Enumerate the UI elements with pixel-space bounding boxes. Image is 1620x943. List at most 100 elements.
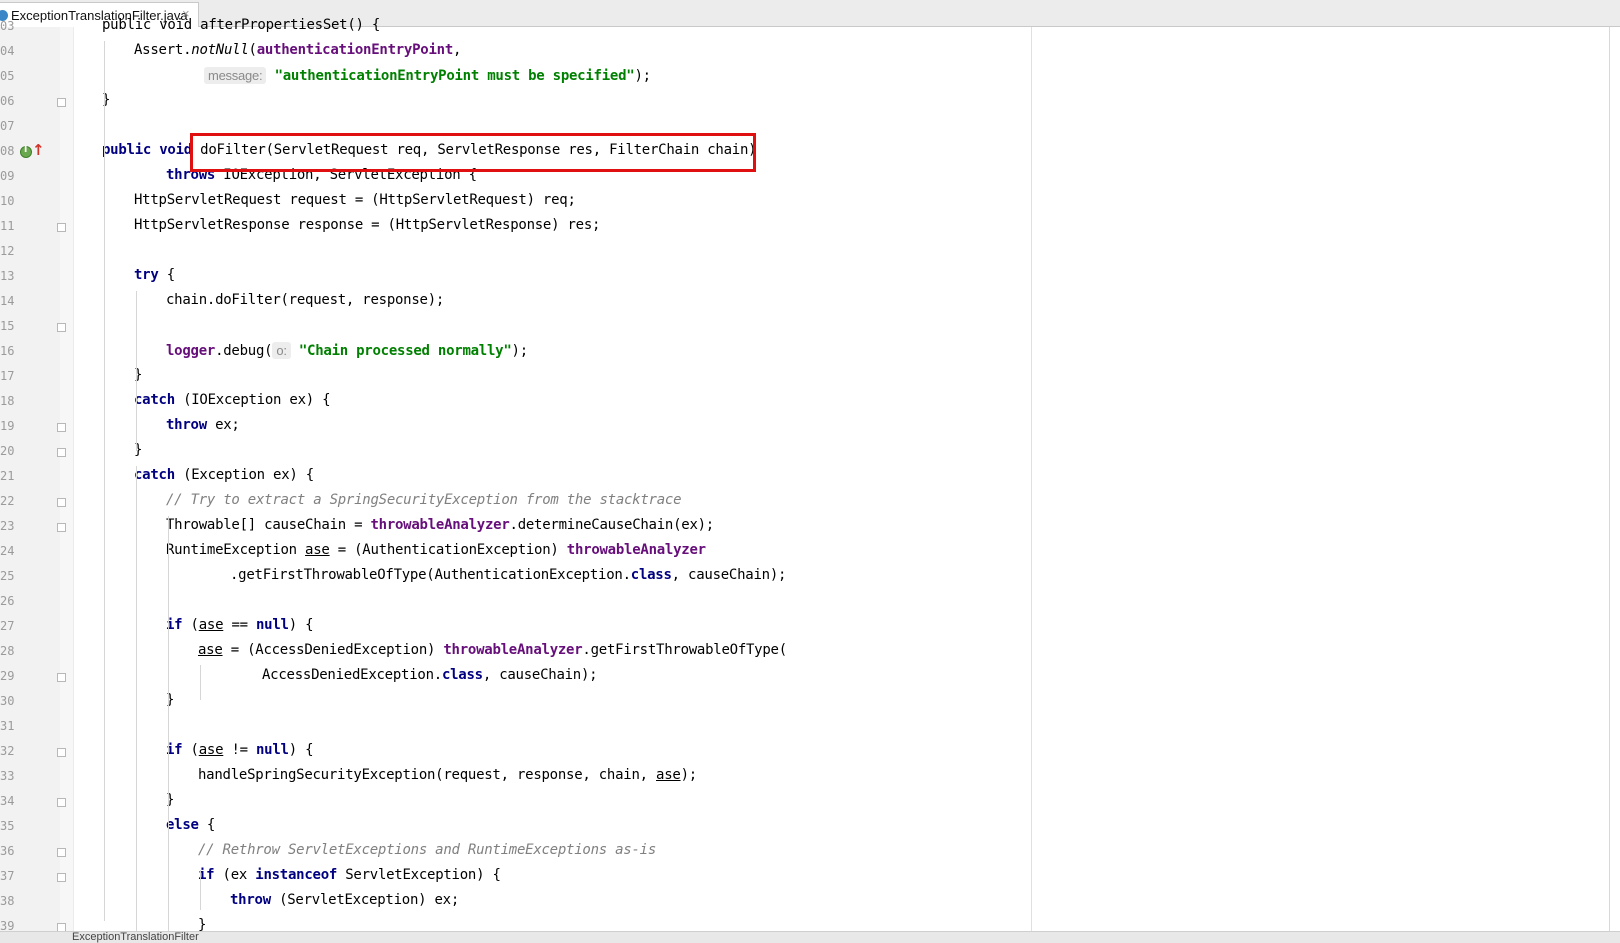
code-text: else { [166,817,215,833]
fold-marker-icon[interactable] [57,98,66,107]
code-line[interactable]: 27 if (ase == null) { [0,616,1610,641]
code-text: .getFirstThrowableOfType(AuthenticationE… [230,567,786,583]
code-token: throw [230,892,280,908]
code-token: class [441,667,483,683]
line-number: 21 [0,469,15,483]
line-number: 22 [0,494,15,508]
code-line[interactable]: 17} [0,366,1610,391]
code-line[interactable]: 25 .getFirstThrowableOfType(Authenticatio… [0,566,1610,591]
code-token: == [223,617,256,633]
line-number: 16 [0,344,15,358]
code-token: "Chain processed normally" [298,343,512,359]
fold-marker-icon[interactable] [57,498,66,507]
code-text: if (ex instanceof ServletException) { [198,867,501,883]
code-line[interactable]: 23 Throwable[] causeChain = throwableAnal… [0,516,1610,541]
code-line[interactable]: 35 else { [0,816,1610,841]
line-number: 26 [0,594,15,608]
code-line[interactable]: 05 message: "authenticationEntryPoint mus… [0,66,1610,91]
code-text: if (ase == null) { [166,617,314,633]
indent-guide [168,766,169,806]
line-number: 30 [0,694,15,708]
code-token: throwableAnalyzer [566,542,706,558]
code-line[interactable]: 31 [0,716,1610,741]
code-line[interactable]: 22 // Try to extract a SpringSecurityExce… [0,491,1610,516]
code-line[interactable]: 19 throw ex; [0,416,1610,441]
fold-marker-icon[interactable] [57,423,66,432]
code-line[interactable]: 04 Assert.notNull(authenticationEntryPoin… [0,41,1610,66]
code-line[interactable]: 13 try { [0,266,1610,291]
code-token: RuntimeException [166,542,306,558]
code-text: handleSpringSecurityException(request, r… [198,767,697,783]
code-line[interactable]: 12 [0,241,1610,266]
code-line[interactable]: 34} [0,791,1610,816]
code-text: AccessDeniedException.class, causeChain)… [262,667,598,683]
code-text: catch (Exception ex) { [134,467,314,483]
code-text: message: "authenticationEntryPoint must … [204,67,651,84]
code-text: try { [134,267,175,283]
code-token: ( [190,617,199,633]
code-line[interactable]: 06} [0,91,1610,116]
code-token: = (AccessDeniedException) [222,642,444,658]
code-line[interactable]: 37 if (ex instanceof ServletException) { [0,866,1610,891]
fold-marker-icon[interactable] [57,848,66,857]
code-token: catch [134,392,184,408]
fold-marker-icon[interactable] [57,748,66,757]
code-line[interactable]: 03 public void afterPropertiesSet() { [0,16,1610,41]
fold-marker-icon[interactable] [57,873,66,882]
line-number: 28 [0,644,15,658]
code-line[interactable]: 36 // Rethrow ServletExceptions and Runti… [0,841,1610,866]
fold-marker-icon[interactable] [57,673,66,682]
line-number: 23 [0,519,15,533]
line-number: 20 [0,444,15,458]
implements-method-icon[interactable]: I [20,145,32,158]
line-number: 32 [0,744,15,758]
code-line[interactable]: 28 ase = (AccessDeniedException) throwabl… [0,641,1610,666]
go-to-super-arrow-icon[interactable]: ↑ [32,142,45,158]
code-line[interactable]: 24 RuntimeException ase = (Authentication… [0,541,1610,566]
code-line[interactable]: 38 throw (ServletException) ex; [0,891,1610,916]
code-line[interactable]: 18 catch (IOException ex) { [0,391,1610,416]
line-number: 03 [0,19,15,33]
code-token: = (AuthenticationException) [329,542,567,558]
code-line[interactable]: 26 [0,591,1610,616]
code-line[interactable]: 29 AccessDeniedException.class, causeChai… [0,666,1610,691]
code-token: (Exception ex) { [183,467,314,483]
code-token: ase [198,642,223,658]
code-line[interactable]: 15 [0,316,1610,341]
code-token: , [453,42,462,58]
line-number: 06 [0,94,15,108]
code-token: (ex [222,867,256,883]
code-line[interactable]: 30} [0,691,1610,716]
code-line[interactable]: 10 HttpServletRequest request = (HttpServ… [0,191,1610,216]
line-number: 19 [0,419,15,433]
code-line[interactable]: 16 logger.debug(o: "Chain processed norma… [0,341,1610,366]
fold-marker-icon[interactable] [57,448,66,457]
line-number: 38 [0,894,15,908]
code-token: ); [634,68,651,84]
code-line[interactable]: 32 if (ase != null) { [0,741,1610,766]
code-line[interactable]: 20} [0,441,1610,466]
code-text: logger.debug(o: "Chain processed normall… [166,342,528,359]
line-number: 15 [0,319,15,333]
code-line[interactable]: 11 HttpServletResponse response = (HttpSe… [0,216,1610,241]
code-token: AccessDeniedException. [262,667,442,683]
code-token: instanceof [255,867,346,883]
line-number: 27 [0,619,15,633]
line-number: 05 [0,69,15,83]
code-token: throw [166,417,216,433]
fold-marker-icon[interactable] [57,523,66,532]
code-token: (IOException ex) { [183,392,331,408]
fold-marker-icon[interactable] [57,223,66,232]
breadcrumb-text[interactable]: ExceptionTranslationFilter [72,932,199,943]
code-line[interactable]: 21 catch (Exception ex) { [0,466,1610,491]
code-line[interactable]: 14 chain.doFilter(request, response); [0,291,1610,316]
code-line[interactable]: 33 handleSpringSecurityException(request,… [0,766,1610,791]
code-token: "authenticationEntryPoint must be specif… [274,68,635,84]
code-token: null [256,617,289,633]
fold-marker-icon[interactable] [57,323,66,332]
code-token: HttpServletRequest request = (HttpServle… [134,192,576,208]
code-text: Throwable[] causeChain = throwableAnalyz… [166,517,714,533]
fold-marker-icon[interactable] [57,798,66,807]
line-number: 12 [0,244,15,258]
